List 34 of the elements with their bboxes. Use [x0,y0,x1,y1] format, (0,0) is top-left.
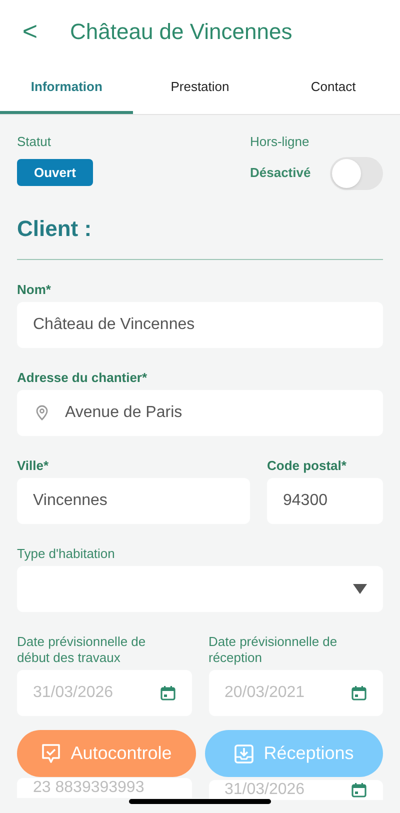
calendar-icon[interactable] [160,684,176,700]
field-label: Date prévisionnelle de début des travaux [17,634,147,666]
page-title: Château de Vincennes [70,18,292,46]
location-pin-icon [35,404,49,420]
field-label: Type d'habitation [17,546,116,562]
date-field[interactable]: 31/03/2026 [17,670,192,716]
status-badge: Ouvert [17,158,93,186]
date-field[interactable]: 31/03/2026 [208,780,383,800]
field-label: Date prévisionnelle de réception [208,634,338,666]
status-label: Statut [17,133,52,151]
calendar-icon[interactable] [351,782,367,798]
offline-label: Hors-ligne [250,133,310,151]
input-field[interactable]: Avenue de Paris [17,390,383,436]
field-label: Code postal* [267,458,348,474]
inbox-download-icon [234,744,254,764]
tab[interactable]: Prestation [133,63,267,114]
field-label: Nom* [17,282,52,298]
input-field[interactable]: 94300 [267,478,383,524]
tab[interactable]: Information [0,63,134,114]
toggle-switch[interactable] [330,156,383,190]
field-label: Adresse du chantier* [17,370,148,386]
checklist-icon [40,742,61,764]
input-field[interactable]: 23 8839393993 [17,778,192,798]
select-field[interactable] [17,566,383,612]
calendar-icon[interactable] [351,684,367,700]
input-field[interactable]: Château de Vincennes [17,302,383,348]
toggle-state-label: Désactivé [250,164,311,182]
tab[interactable]: Contact [266,63,400,114]
section-title: Client : [17,214,93,242]
back-button[interactable]: < [20,12,40,51]
field-label: Ville* [17,458,50,474]
input-field[interactable]: Vincennes [17,478,250,524]
dropdown-arrow-icon [353,584,367,594]
date-field[interactable]: 20/03/2021 [208,670,383,716]
